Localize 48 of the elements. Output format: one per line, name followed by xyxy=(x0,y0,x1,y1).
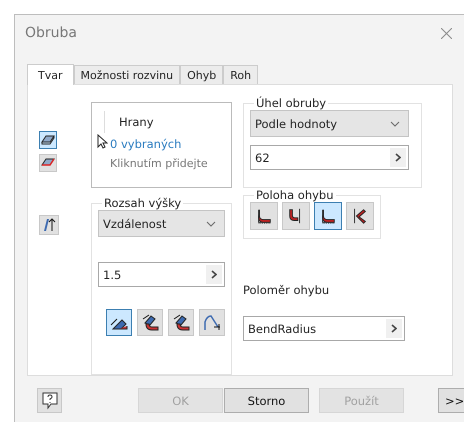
chevron-right-icon[interactable] xyxy=(386,319,402,338)
plate-icon xyxy=(41,135,55,145)
angle-field[interactable]: 62 xyxy=(250,145,409,170)
group-label: Poloha ohybu xyxy=(255,188,335,202)
chevron-right-icon[interactable] xyxy=(390,148,406,167)
close-icon[interactable] xyxy=(441,28,452,38)
tab[interactable]: Možnosti rozvinu xyxy=(74,65,180,84)
flip-icon xyxy=(42,217,56,233)
tab[interactable]: Roh xyxy=(223,65,258,84)
hint-text: Kliknutím přidejte xyxy=(109,156,209,170)
bend-height-icon xyxy=(171,312,191,332)
mode-button[interactable] xyxy=(39,154,57,172)
field-label: Poloměr ohybu xyxy=(243,283,330,297)
chevron-down-icon xyxy=(206,220,216,226)
help-icon xyxy=(42,392,58,410)
flip-direction-button[interactable] xyxy=(39,215,59,235)
bend-height-icon xyxy=(140,312,160,332)
bend-position-icon xyxy=(351,207,369,225)
group-label: Rozsah výšky xyxy=(103,196,182,210)
chevron-down-icon xyxy=(390,120,400,126)
height-datum-button[interactable] xyxy=(106,309,132,336)
mode-button[interactable] xyxy=(39,131,57,149)
cursor-icon xyxy=(97,134,108,149)
bend-height-icon xyxy=(202,312,222,332)
bend-position-icon xyxy=(255,207,273,225)
group-label: Úhel obruby xyxy=(255,96,328,110)
bend-position-button[interactable] xyxy=(346,202,374,230)
selection-count[interactable]: 0 vybraných xyxy=(92,133,231,151)
tab[interactable]: Ohyb xyxy=(180,65,224,84)
height-field[interactable]: 1.5 xyxy=(98,262,225,287)
angle-mode-dropdown[interactable]: Podle hodnoty xyxy=(250,110,409,137)
more-button[interactable]: >> xyxy=(438,388,464,413)
window-title: Obruba xyxy=(25,25,78,41)
dialog-button[interactable]: Storno xyxy=(224,388,309,413)
bend-position-button[interactable] xyxy=(250,202,278,230)
height-datum-button[interactable] xyxy=(137,309,163,336)
tab[interactable]: Tvar xyxy=(27,64,74,85)
bend-position-button[interactable] xyxy=(314,202,342,230)
bend-position-icon xyxy=(319,207,337,225)
chevron-right-icon[interactable] xyxy=(206,265,222,284)
bend-position-button[interactable] xyxy=(282,202,310,230)
edges-list[interactable]: Hrany 0 vybraných Kliknutím přidejte xyxy=(91,102,232,188)
help-button[interactable] xyxy=(37,388,62,413)
column-header: Hrany xyxy=(119,115,154,129)
radius-field[interactable]: BendRadius xyxy=(243,316,405,341)
plate-icon xyxy=(41,158,55,168)
height-datum-button[interactable] xyxy=(168,309,194,336)
extent-dropdown[interactable]: Vzdálenost xyxy=(98,210,225,237)
